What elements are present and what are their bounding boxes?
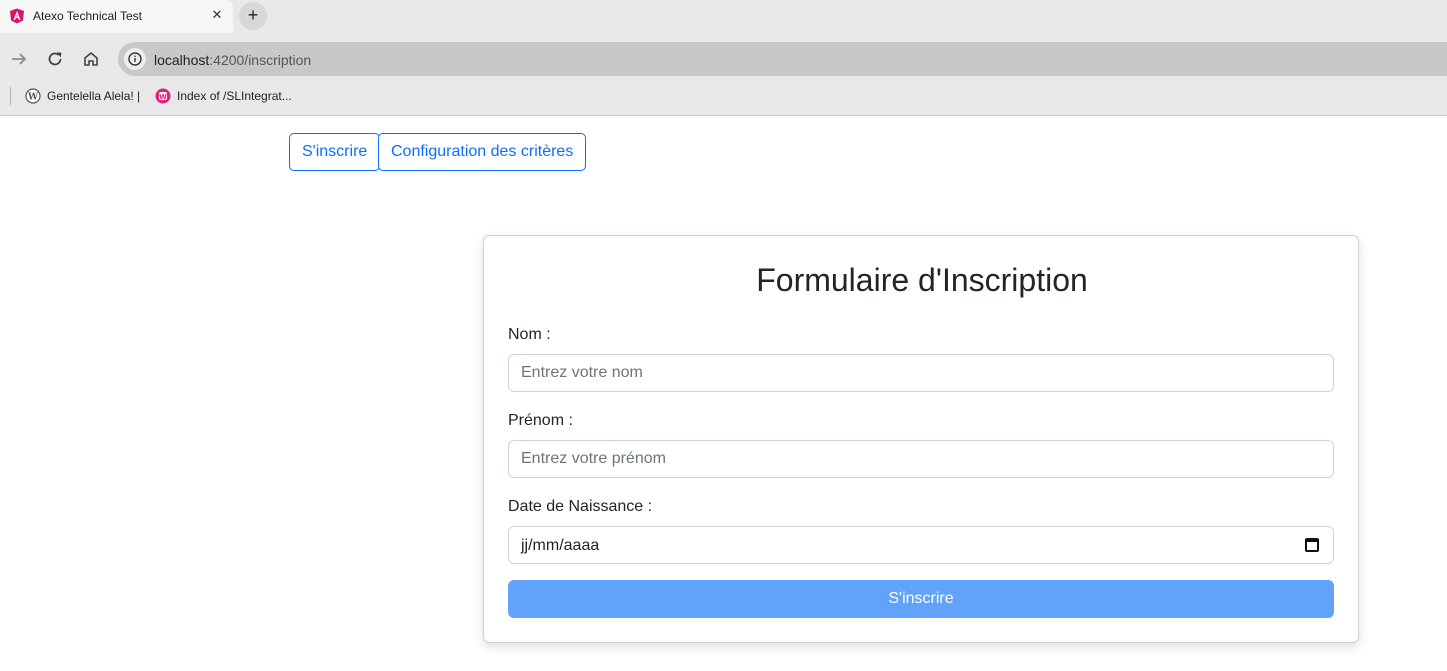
nom-label: Nom : (508, 326, 551, 343)
submit-button[interactable]: S'inscrire (508, 580, 1334, 618)
bookmarks-divider (10, 87, 11, 105)
svg-text:W: W (159, 93, 167, 101)
bookmark-label: Gentelella Alela! | (47, 89, 141, 103)
form-title: Formulaire d'Inscription (756, 262, 1088, 298)
tab-title: Atexo Technical Test (33, 9, 142, 23)
close-tab-icon[interactable]: ✕ (210, 7, 224, 23)
bookmark-label: Index of /SLIntegrat... (177, 89, 292, 103)
svg-text:W: W (27, 93, 39, 103)
calendar-icon[interactable] (1305, 538, 1319, 552)
prenom-label: Prénom : (508, 412, 573, 429)
wordpress-icon: W (25, 88, 41, 104)
browser-tabstrip: Atexo Technical Test ✕ + (0, 0, 1447, 40)
nav-config-button[interactable]: Configuration des critères (378, 133, 587, 171)
bookmarks-bar: W Gentelella Alela! | W Index of /SLInte… (0, 78, 1447, 116)
forward-icon[interactable] (8, 48, 30, 70)
wamp-icon: W (155, 88, 171, 104)
url-text[interactable]: localhost:4200/inscription (154, 52, 311, 68)
new-tab-button[interactable]: + (239, 2, 267, 30)
nav-inscrire-button[interactable]: S'inscrire (289, 133, 381, 171)
url-path: :4200/inscription (209, 52, 312, 68)
date-label: Date de Naissance : (508, 498, 653, 515)
bookmark-gentelella[interactable]: W Gentelella Alela! | (25, 88, 145, 106)
url-host: localhost (154, 52, 210, 68)
date-naissance-input[interactable]: jj/mm/aaaa (508, 526, 1334, 564)
nom-input[interactable] (508, 354, 1334, 392)
prenom-input[interactable] (508, 440, 1334, 478)
address-bar[interactable]: localhost:4200/inscription (118, 42, 1447, 76)
registration-card: Formulaire d'Inscription Nom : Prénom : … (483, 235, 1359, 643)
angular-icon (10, 8, 24, 24)
date-placeholder: jj/mm/aaaa (521, 537, 600, 554)
browser-toolbar: localhost:4200/inscription (0, 40, 1447, 78)
page-content: S'inscrire Configuration des critères Fo… (0, 117, 1447, 671)
bookmark-index[interactable]: W Index of /SLIntegrat... (155, 88, 305, 106)
reload-icon[interactable] (44, 48, 66, 70)
home-icon[interactable] (80, 48, 102, 70)
site-info-icon[interactable] (124, 48, 146, 70)
browser-tab[interactable]: Atexo Technical Test ✕ (0, 0, 233, 33)
